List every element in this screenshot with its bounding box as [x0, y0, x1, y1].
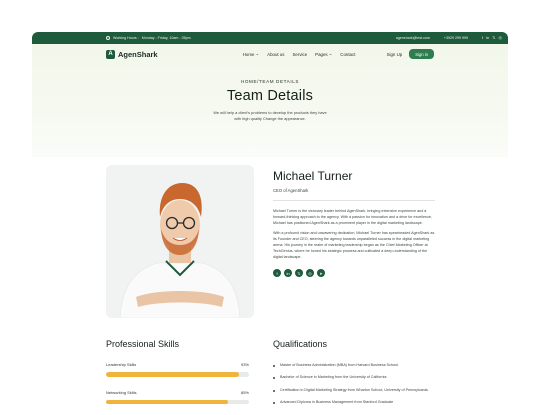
divider	[273, 200, 435, 201]
skill-bar	[106, 372, 249, 377]
facebook-icon[interactable]: f	[482, 36, 483, 40]
list-item: Advanced Diploma in Business Management …	[273, 400, 443, 405]
topbar-social-links: f in 𝕏 ◎	[482, 36, 502, 40]
nav-item-label: Contact	[340, 51, 356, 57]
nav-item-label: About us	[267, 51, 285, 57]
skill-percent: 93%	[240, 362, 249, 367]
bio-paragraph: Michael Turner is the visionary leader b…	[273, 208, 432, 225]
skill-percent: 85%	[240, 389, 249, 395]
contact-email[interactable]: agenshark@test.com	[396, 36, 430, 40]
skills-heading: Professional Skills	[106, 339, 180, 349]
site-logo[interactable]: A AgenShark	[106, 49, 158, 59]
person-portrait-image	[106, 165, 254, 318]
member-social-links: f in 𝕏 ◎ ➤	[273, 269, 435, 278]
contact-phone[interactable]: +3929 299 999	[444, 36, 468, 40]
subtitle-line: with high quality Change the appearance.	[234, 116, 306, 121]
nav-item-about[interactable]: About us	[267, 51, 284, 57]
main-navigation: A AgenShark Home ⌄ About us Service Pages…	[32, 44, 508, 64]
page-title: Team Details	[226, 88, 314, 104]
qualifications-heading: Qualifications	[273, 339, 328, 349]
nav-item-contact[interactable]: Contact	[340, 51, 355, 57]
chevron-down-icon: ⌄	[255, 51, 260, 56]
x-icon[interactable]: 𝕏	[492, 36, 495, 40]
linkedin-icon[interactable]: in	[284, 269, 292, 278]
chevron-down-icon: ⌄	[328, 51, 333, 56]
telegram-icon[interactable]: ➤	[317, 269, 325, 278]
logo-icon: A	[106, 49, 115, 59]
page-subtitle: We will help a client's problems to deve…	[32, 110, 508, 122]
member-bio: Michael Turner is the visionary leader b…	[273, 208, 435, 261]
nav-item-pages[interactable]: Pages ⌄	[315, 51, 332, 57]
nav-item-service[interactable]: Service	[293, 51, 308, 57]
nav-item-label: Home	[242, 51, 255, 57]
skill-item: Leadership Skills 93%	[106, 362, 249, 377]
nav-item-home[interactable]: Home ⌄	[243, 51, 259, 57]
skill-bar-fill	[106, 399, 228, 404]
bio-paragraph: With a profound vision and unwavering de…	[273, 230, 435, 260]
member-role: CEO of AgenShark	[273, 188, 309, 193]
working-hours-value: Monday - Friday, 10am - 05pm	[141, 36, 191, 40]
qualifications: Qualifications Master of Business Admini…	[273, 339, 443, 413]
nav-menu: Home ⌄ About us Service Pages ⌄ Contact	[243, 51, 356, 57]
nav-item-label: Service	[292, 51, 308, 57]
skill-bar	[106, 399, 249, 404]
skill-bar-fill	[106, 372, 239, 377]
instagram-icon[interactable]: ◎	[306, 269, 314, 278]
profile-photo	[106, 165, 254, 318]
sign-up-link[interactable]: Sign Up	[387, 52, 403, 57]
qualifications-list: Master of Business Administration (MBA) …	[273, 363, 443, 406]
working-hours-label: Working Hours :	[113, 36, 139, 40]
page-hero: A AgenShark Home ⌄ About us Service Pages…	[32, 44, 508, 157]
instagram-icon[interactable]: ◎	[499, 36, 503, 40]
top-info-bar: Working Hours : Monday - Friday, 10am - …	[32, 32, 508, 44]
clock-icon	[106, 36, 110, 40]
x-icon[interactable]: 𝕏	[295, 269, 303, 278]
skill-item: Networking Skills 85%	[106, 389, 249, 404]
breadcrumb: HOME/TEAM DETAILS	[240, 79, 300, 84]
linkedin-icon[interactable]: in	[486, 36, 489, 40]
sign-in-button[interactable]: Sign in	[409, 49, 434, 59]
list-item: Certification in Digital Marketing Strat…	[273, 388, 443, 393]
member-name: Michael Turner	[273, 169, 353, 183]
nav-item-label: Pages	[315, 51, 328, 57]
member-info: Michael Turner CEO of AgenShark Michael …	[273, 169, 435, 278]
list-item: Master of Business Administration (MBA) …	[273, 363, 443, 368]
skill-label: Networking Skills	[106, 389, 137, 395]
skill-label: Leadership Skills	[106, 362, 137, 367]
working-hours: Working Hours : Monday - Friday, 10am - …	[106, 36, 191, 40]
facebook-icon[interactable]: f	[273, 269, 281, 278]
logo-text: AgenShark	[118, 49, 158, 59]
list-item: Bachelor of Science in Marketing from th…	[273, 375, 443, 380]
browser-frame: Working Hours : Monday - Friday, 10am - …	[32, 32, 508, 415]
professional-skills: Professional Skills Leadership Skills 93…	[106, 339, 249, 404]
